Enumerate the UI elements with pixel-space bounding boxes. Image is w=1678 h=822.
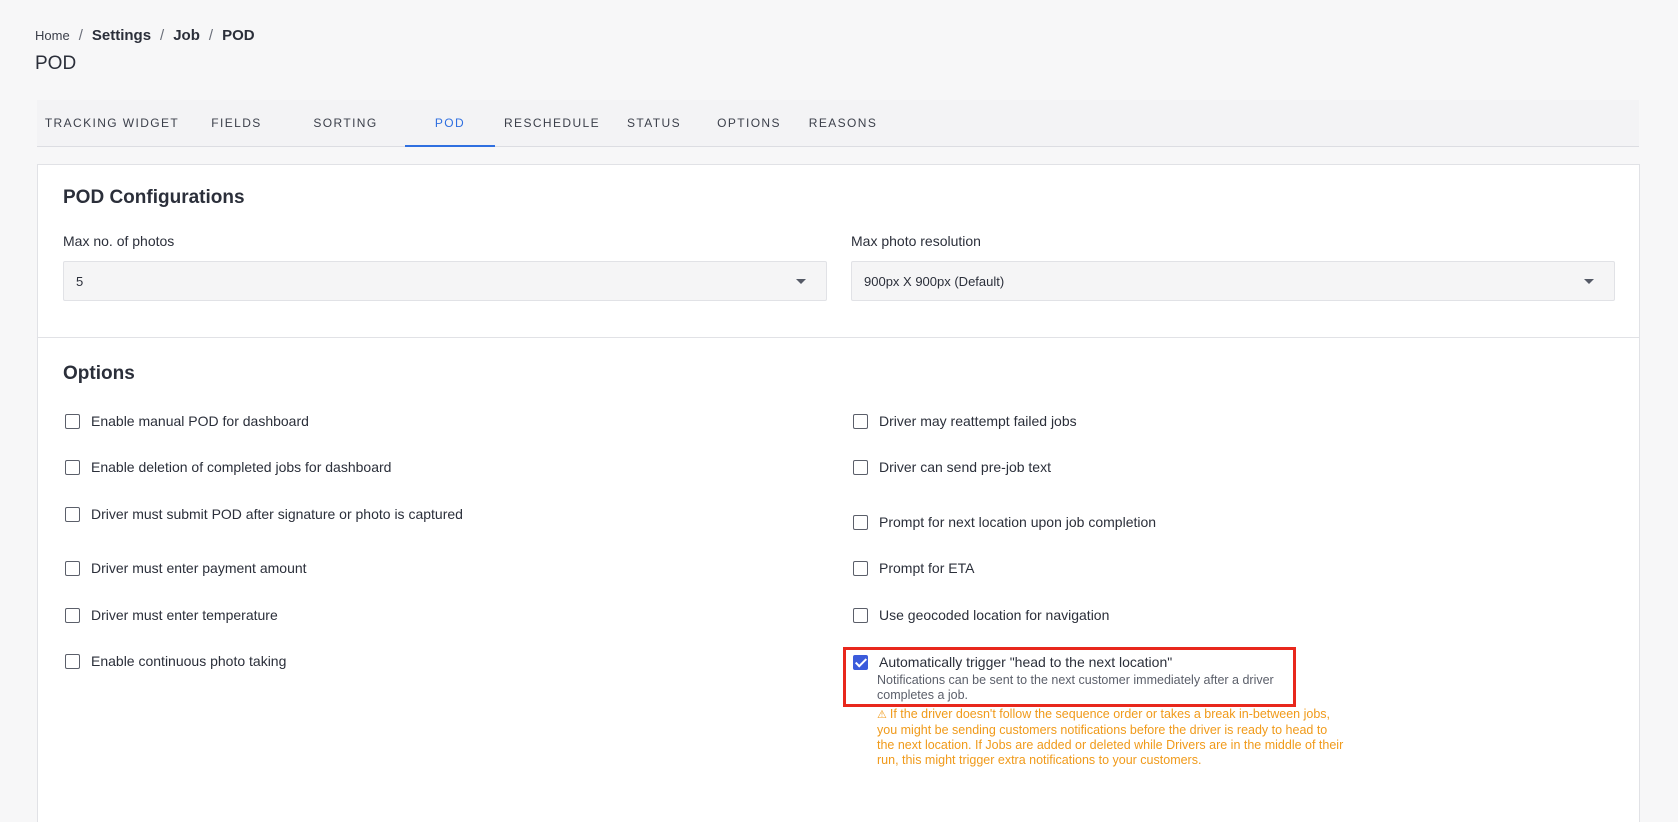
checkbox[interactable] [65,459,80,475]
option-label: Driver may reattempt failed jobs [879,413,1077,429]
option-label: Driver can send pre-job text [879,459,1051,475]
max-photos-value: 5 [76,273,84,289]
checkbox[interactable] [65,560,80,576]
option-label: Driver must enter temperature [91,607,278,623]
tab-status[interactable]: STATUS [609,100,699,146]
breadcrumb-current: POD [222,27,255,44]
breadcrumb-settings[interactable]: Settings [92,27,151,44]
options-title: Options [63,363,135,384]
option-label: Prompt for next location upon job comple… [879,514,1157,530]
option-driver-must-enter-payment[interactable]: Driver must enter payment amount [65,560,307,576]
checkbox[interactable] [65,607,80,623]
max-photos-label: Max no. of photos [63,233,175,249]
option-enable-manual-pod[interactable]: Enable manual POD for dashboard [65,413,309,429]
tab-tracking-widget[interactable]: TRACKING WIDGET [37,100,187,146]
option-label: Driver must enter payment amount [91,560,307,576]
option-label: Enable deletion of completed jobs for da… [91,459,392,475]
section-divider [38,337,1639,338]
checkbox[interactable] [853,560,868,576]
tab-fields[interactable]: FIELDS [187,100,286,146]
checkbox[interactable] [853,607,868,623]
checkbox[interactable] [65,653,80,669]
option-prompt-next-location[interactable]: Prompt for next location upon job comple… [853,514,1156,530]
max-resolution-select[interactable]: 900px X 900px (Default) [851,261,1615,301]
checkbox[interactable] [853,459,868,475]
option-driver-pre-job-text[interactable]: Driver can send pre-job text [853,459,1051,475]
option-driver-must-submit-pod[interactable]: Driver must submit POD after signature o… [65,506,463,522]
option-prompt-eta[interactable]: Prompt for ETA [853,560,974,576]
tab-reasons[interactable]: REASONS [799,100,887,146]
option-label: Enable continuous photo taking [91,653,287,669]
settings-card: POD Configurations Max no. of photos 5 M… [37,164,1640,822]
max-resolution-value: 900px X 900px (Default) [864,273,1005,289]
tab-sorting[interactable]: SORTING [286,100,405,146]
settings-tabs: TRACKING WIDGET FIELDS SORTING POD RESCH… [37,100,1639,147]
chevron-down-icon [1584,279,1594,284]
option-label: Driver must submit POD after signature o… [91,506,463,522]
option-driver-must-enter-temperature[interactable]: Driver must enter temperature [65,607,278,623]
breadcrumb-separator: / [208,27,214,44]
breadcrumb-separator: / [160,27,165,44]
tab-options[interactable]: OPTIONS [699,100,799,146]
checkbox[interactable] [65,506,80,522]
tab-pod[interactable]: POD [405,100,495,147]
checkbox[interactable] [853,514,868,530]
option-driver-may-reattempt[interactable]: Driver may reattempt failed jobs [853,413,1077,429]
auto-trigger-description: Notifications can be sent to the next cu… [877,673,1274,702]
option-enable-deletion-completed-jobs[interactable]: Enable deletion of completed jobs for da… [65,459,391,475]
breadcrumb: Home / Settings / Job / POD [35,27,255,44]
option-label: Enable manual POD for dashboard [91,413,309,429]
breadcrumb-home[interactable]: Home [35,28,70,43]
pod-configurations-title: POD Configurations [63,187,245,208]
breadcrumb-separator: / [78,27,83,44]
checkbox[interactable] [65,413,80,429]
max-photos-select[interactable]: 5 [63,261,827,301]
option-label: Use geocoded location for navigation [879,607,1110,623]
max-resolution-label: Max photo resolution [851,233,981,249]
option-label: Prompt for ETA [879,560,975,576]
warning-text: If the driver doesn't follow the sequenc… [877,707,1344,767]
breadcrumb-job[interactable]: Job [173,27,200,44]
auto-trigger-warning: ⚠ If the driver doesn't follow the sequen… [877,707,1347,768]
page-title: POD [35,53,77,74]
checkbox[interactable] [853,413,868,429]
option-use-geocoded-location[interactable]: Use geocoded location for navigation [853,607,1109,623]
chevron-down-icon [796,279,806,284]
tab-reschedule[interactable]: RESCHEDULE [495,100,609,146]
option-enable-continuous-photo[interactable]: Enable continuous photo taking [65,653,286,669]
warning-icon: ⚠ [877,709,887,721]
